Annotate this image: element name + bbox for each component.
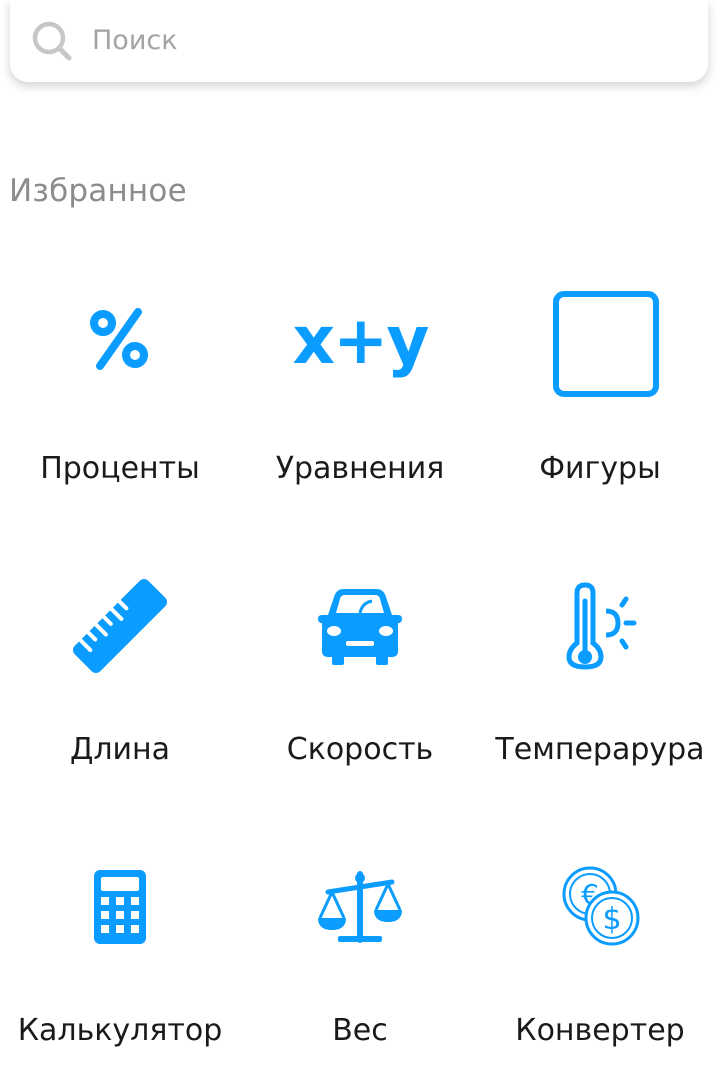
- tile-label: Калькулятор: [17, 1013, 223, 1048]
- currency-converter-icon: € $: [550, 852, 650, 962]
- scales-icon: [310, 852, 410, 962]
- square-shape-icon: [552, 290, 662, 400]
- favorites-grid: Проценты x+y Уравнения Фигуры Длина Скор…: [0, 0, 720, 1065]
- tile-label: Конвертер: [515, 1013, 685, 1048]
- tile-label: Фигуры: [539, 451, 661, 486]
- tile-label: Проценты: [40, 451, 200, 486]
- equation-icon: x+y: [280, 290, 440, 400]
- percent-icon: [70, 290, 170, 400]
- tile-temperature[interactable]: Темперарура: [480, 571, 720, 811]
- car-icon: [310, 571, 410, 681]
- tile-weight[interactable]: Вес: [240, 852, 480, 1092]
- tile-converter[interactable]: € $ Конвертер: [480, 852, 720, 1092]
- tile-label: Уравнения: [275, 451, 445, 486]
- tile-label: Длина: [69, 732, 171, 767]
- thermometer-icon: [550, 571, 650, 681]
- tile-speed[interactable]: Скорость: [240, 571, 480, 811]
- svg-text:$: $: [602, 902, 621, 937]
- tile-percent[interactable]: Проценты: [0, 290, 240, 530]
- tile-calculator[interactable]: Калькулятор: [0, 852, 240, 1092]
- tile-length[interactable]: Длина: [0, 571, 240, 811]
- tile-label: Скорость: [286, 732, 434, 767]
- tile-label: Вес: [332, 1013, 388, 1048]
- tile-equations[interactable]: x+y Уравнения: [240, 290, 480, 530]
- tile-shapes[interactable]: Фигуры: [480, 290, 720, 530]
- ruler-icon: [70, 571, 170, 681]
- calculator-icon: [70, 852, 170, 962]
- equation-icon-text: x+y: [292, 302, 430, 379]
- tile-label: Темперарура: [495, 732, 705, 767]
